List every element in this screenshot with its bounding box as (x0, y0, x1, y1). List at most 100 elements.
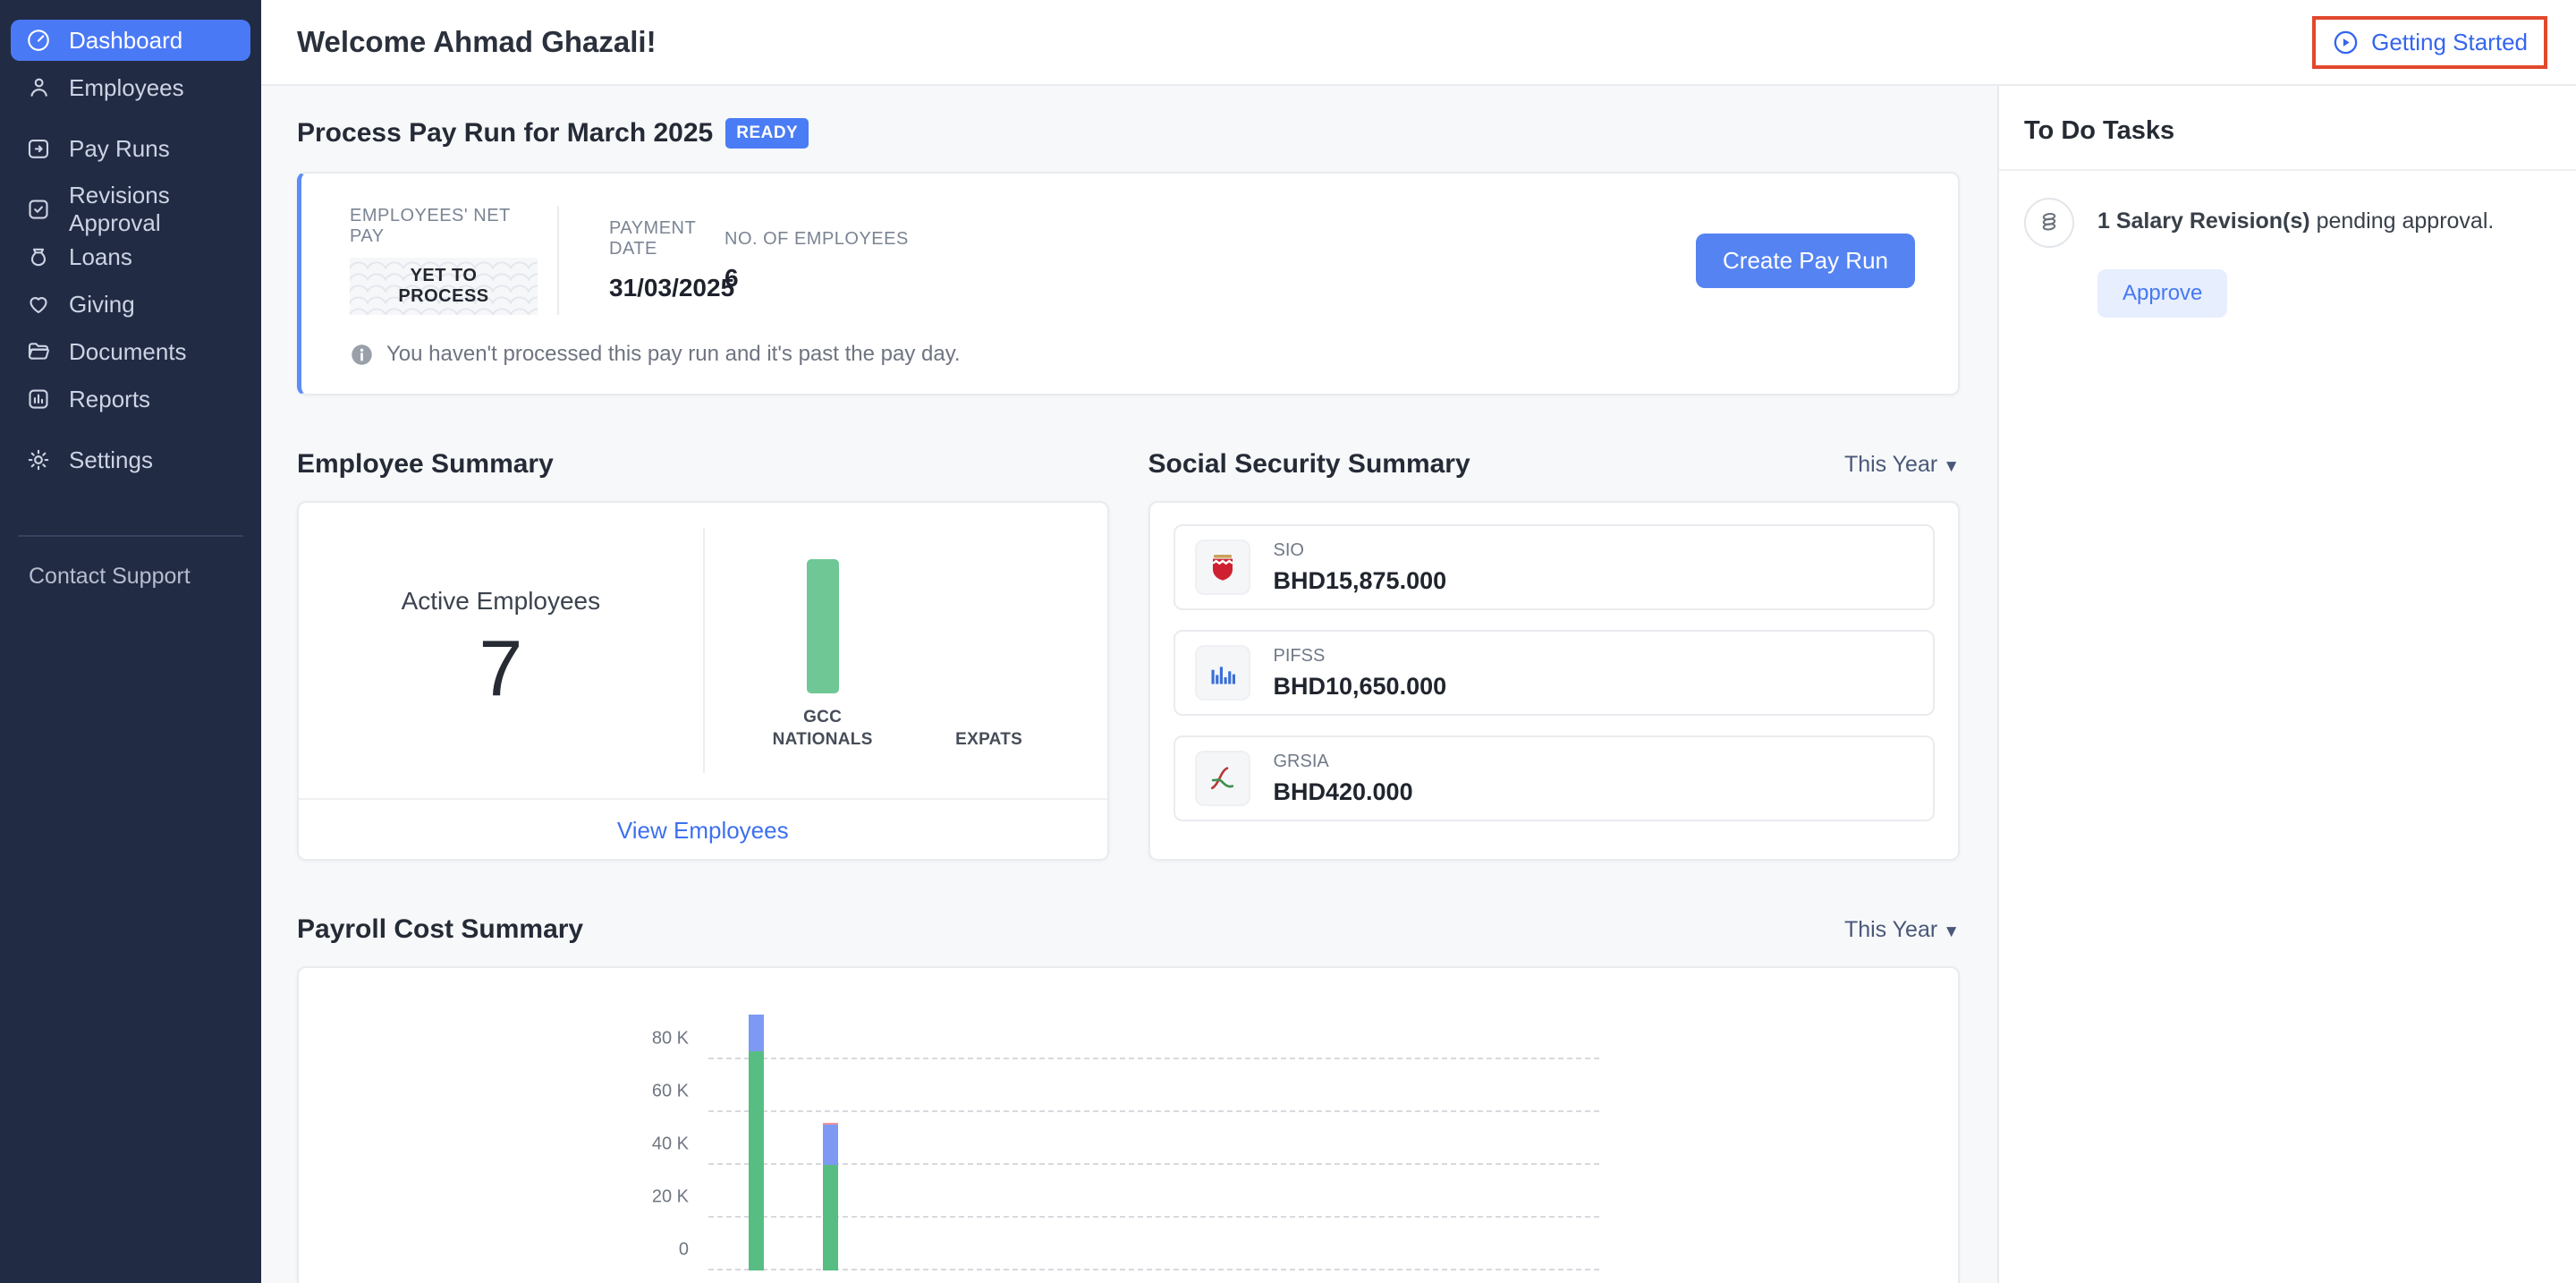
main-content: Process Pay Run for March 2025 READY EMP… (261, 86, 1997, 1283)
dashboard-icon (25, 27, 52, 54)
social-security-row-sio[interactable]: SIOBHD15,875.000 (1174, 524, 1936, 610)
employee-category-expats: EXPATS (936, 540, 1043, 752)
getting-started-label: Getting Started (2371, 29, 2528, 56)
y-axis-tick-label: 60 K (623, 1082, 689, 1102)
social-security-row-pifss[interactable]: PIFSS BHD10,650.000 (1174, 630, 1936, 716)
social-security-row-grsia[interactable]: GRSIABHD420.000 (1174, 735, 1936, 821)
social-security-card: SIOBHD15,875.000 PIFSS BHD10,650.000 GRSIAB… (1148, 501, 1961, 861)
payrun-note-text: You haven't processed this pay run and i… (386, 342, 961, 367)
sidebar-item-dashboard[interactable]: Dashboard (11, 20, 250, 61)
social-security-amount: BHD420.000 (1274, 778, 1413, 806)
sidebar-divider (18, 535, 243, 537)
sidebar-item-pay-runs[interactable]: Pay Runs (11, 128, 250, 169)
bar-slot-sep-2025 (1313, 1002, 1387, 1270)
field-label: EMPLOYEES' NET PAY (350, 206, 538, 247)
top-header: Welcome Ahmad Ghazali! Getting Started (261, 0, 2576, 86)
field-label: NO. OF EMPLOYEES (724, 229, 909, 250)
sidebar-item-label: Pay Runs (69, 135, 170, 163)
getting-started-button[interactable]: Getting Started (2312, 16, 2547, 69)
sidebar-nav: Dashboard Employees Pay Runs Revisions Appr… (11, 20, 250, 487)
x-axis-tick-label: Apr2025 (942, 1279, 1016, 1283)
settings-icon (25, 446, 52, 473)
contact-support-link[interactable]: Contact Support (11, 564, 250, 590)
bars-row (719, 1002, 1610, 1270)
x-axis-tick-label: Nov2025 (1462, 1279, 1536, 1283)
bar-slot-dec-2025 (1536, 1002, 1610, 1270)
employee-summary-card: Active Employees 7 GCCNATIONALS EXPATS Vi… (297, 501, 1109, 861)
reports-icon (25, 386, 52, 412)
employee-category-label: GCCNATIONALS (773, 706, 873, 752)
todo-task-text: 1 Salary Revision(s) pending approval. (2097, 198, 2494, 248)
payrun-fields: EMPLOYEES' NET PAYYET TO PROCESSPAYMENT … (350, 206, 1915, 315)
y-axis-tick-label: 40 K (623, 1134, 689, 1155)
x-axis-tick-label: Jan2025 (719, 1279, 793, 1283)
bar-slot-mar-2025 (868, 1002, 942, 1270)
sidebar-item-employees[interactable]: Employees (11, 67, 250, 108)
approve-button[interactable]: Approve (2097, 269, 2227, 318)
payroll-cost-card: 020 K40 K60 K80 K Jan2025Feb2025Mar2025A… (297, 966, 1960, 1283)
x-axis-tick-label: Jul2025 (1165, 1279, 1239, 1283)
x-axis-tick-label: Dec2025 (1536, 1279, 1610, 1283)
sidebar-item-documents[interactable]: Documents (11, 331, 250, 372)
sidebar-item-revisions-approval[interactable]: Revisions Approval (11, 189, 250, 230)
grsia-lines-icon (1195, 751, 1250, 806)
social-security-title: Social Security Summary (1148, 449, 1470, 480)
pay-runs-icon (25, 135, 52, 162)
field-label: PAYMENT DATE (609, 218, 724, 259)
payrun-title: Process Pay Run for March 2025 (297, 118, 713, 149)
social-security-amount: BHD15,875.000 (1274, 567, 1447, 595)
chevron-down-icon: ▼ (1943, 457, 1960, 476)
active-employees-label: Active Employees (402, 587, 601, 616)
sidebar-item-label: Dashboard (69, 27, 182, 55)
app-root: Dashboard Employees Pay Runs Revisions Appr… (0, 0, 2576, 1283)
bar-slot-oct-2025 (1387, 1002, 1462, 1270)
sidebar-item-giving[interactable]: Giving (11, 284, 250, 325)
todo-panel: To Do Tasks 1 Salary Revision(s) pending… (1997, 86, 2576, 1283)
employee-card-footer: View Employees (299, 798, 1107, 861)
bar-segment-green (749, 1051, 764, 1270)
payrun-field-employees-net-pay: EMPLOYEES' NET PAYYET TO PROCESS (350, 206, 538, 315)
payroll-cost-title: Payroll Cost Summary (297, 914, 583, 945)
payroll-chart-plot: 020 K40 K60 K80 K (708, 1002, 1599, 1270)
social-security-amount: BHD10,650.000 (1274, 673, 1447, 701)
loans-icon (25, 243, 52, 270)
create-pay-run-button[interactable]: Create Pay Run (1696, 234, 1915, 288)
social-security-name: PIFSS (1274, 646, 1447, 667)
bar-slot-apr-2025 (942, 1002, 1016, 1270)
active-employees-count: 7 (479, 623, 522, 714)
x-axis-tick-label: May2025 (1016, 1279, 1090, 1283)
payroll-period-dropdown[interactable]: This Year▼ (1844, 917, 1960, 943)
payroll-cost-section: Payroll Cost Summary This Year▼ 020 K40 … (297, 914, 1960, 1283)
sidebar-item-reports[interactable]: Reports (11, 378, 250, 420)
bar-segment-green (823, 1165, 838, 1270)
sidebar-item-settings[interactable]: Settings (11, 439, 250, 480)
payrun-field-payment-date: PAYMENT DATE 31/03/2025 (559, 218, 724, 302)
sio-emblem-icon (1195, 540, 1250, 595)
sidebar-item-loans[interactable]: Loans (11, 236, 250, 277)
x-axis-tick-label: Mar2025 (868, 1279, 942, 1283)
pifss-bars-icon (1195, 645, 1250, 701)
y-axis-tick-label: 20 K (623, 1187, 689, 1208)
x-axis-tick-label: Feb2025 (793, 1279, 868, 1283)
todo-task-item: 1 Salary Revision(s) pending approval. A… (1999, 171, 2576, 344)
sidebar-item-label: Reports (69, 386, 150, 413)
summary-cards-row: Employee Summary Active Employees 7 GCCN… (297, 449, 1960, 861)
employee-summary-section: Employee Summary Active Employees 7 GCCN… (297, 449, 1109, 861)
sidebar-item-label: Giving (69, 291, 135, 319)
bar-slot-jan-2025 (719, 1002, 793, 1270)
social-security-period-dropdown[interactable]: This Year▼ (1844, 452, 1960, 478)
view-employees-link[interactable]: View Employees (617, 817, 789, 845)
ready-badge: READY (725, 118, 809, 149)
payrun-note: You haven't processed this pay run and i… (350, 342, 1915, 367)
sidebar: Dashboard Employees Pay Runs Revisions Appr… (0, 0, 261, 1283)
sidebar-item-label: Documents (69, 338, 187, 366)
employee-category-chart: GCCNATIONALS EXPATS (705, 503, 1107, 798)
x-axis-tick-label: Sep2025 (1313, 1279, 1387, 1283)
x-axis-tick-label: Oct2025 (1387, 1279, 1462, 1283)
header-actions: Getting Started (2312, 16, 2547, 69)
field-value: 31/03/2025 (609, 274, 724, 302)
bar-slot-jul-2025 (1165, 1002, 1239, 1270)
body-row: Process Pay Run for March 2025 READY EMP… (261, 86, 2576, 1283)
main-wrap: Welcome Ahmad Ghazali! Getting Started (261, 0, 2576, 1283)
payrun-field-no-of-employees: NO. OF EMPLOYEES6 (724, 229, 909, 293)
